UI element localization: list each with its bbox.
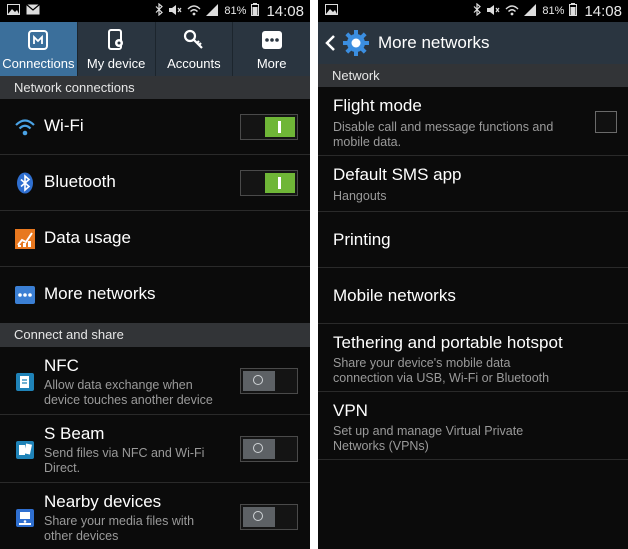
tab-label: Accounts: [167, 56, 221, 71]
setting-label: VPN: [333, 401, 368, 420]
wifi-icon: [14, 116, 36, 138]
bluetooth-toggle[interactable]: [240, 170, 298, 196]
muted-status-icon: [168, 4, 182, 19]
picture-notification-icon: [7, 4, 20, 18]
setting-row-wifi[interactable]: Wi-Fi: [0, 99, 310, 155]
tab-connections[interactable]: Connections: [0, 22, 78, 76]
tab-label: More: [256, 56, 287, 71]
setting-description: Send files via NFC and Wi-Fi Direct.: [44, 446, 205, 475]
battery-icon: [569, 3, 578, 19]
more-networks-screen: 81% 14:08 More networks Network Flight m…: [318, 0, 628, 549]
setting-row-s-beam[interactable]: S Beam Send files via NFC and Wi-Fi Dire…: [0, 415, 310, 483]
setting-label: Data usage: [44, 228, 131, 247]
flight-mode-checkbox[interactable]: [595, 111, 617, 133]
settings-tab-bar: Connections My device Accounts More: [0, 22, 310, 76]
nearby-devices-toggle[interactable]: [240, 504, 298, 530]
tab-more[interactable]: More: [233, 22, 310, 76]
setting-row-nearby-devices[interactable]: Nearby devices Share your media files wi…: [0, 483, 310, 549]
setting-row-bluetooth[interactable]: Bluetooth: [0, 155, 310, 211]
more-dots-icon: [260, 27, 284, 53]
setting-description: Share your device's mobile data connecti…: [333, 356, 550, 385]
setting-description: Set up and manage Virtual Private Networ…: [333, 424, 524, 453]
nearby-devices-icon: [14, 507, 36, 529]
nfc-toggle[interactable]: [240, 368, 298, 394]
setting-label: Nearby devices: [44, 492, 162, 511]
s-beam-toggle[interactable]: [240, 436, 298, 462]
s-beam-icon: [14, 439, 36, 461]
my-device-icon: [104, 27, 128, 53]
setting-label: Default SMS app: [333, 165, 462, 184]
battery-percentage: 81%: [542, 5, 565, 17]
bluetooth-status-icon: [155, 2, 164, 19]
status-clock: 14:08: [266, 2, 304, 20]
wifi-status-icon: [187, 4, 201, 19]
accounts-key-icon: [182, 27, 206, 53]
mail-notification-icon: [26, 4, 40, 18]
tab-label: Connections: [2, 56, 75, 71]
settings-gear-icon[interactable]: [342, 29, 370, 57]
setting-row-printing[interactable]: Printing: [318, 212, 628, 268]
wifi-toggle[interactable]: [240, 114, 298, 140]
battery-percentage: 81%: [224, 5, 247, 17]
tab-label: My device: [86, 56, 146, 71]
screen-title: More networks: [378, 33, 490, 52]
more-networks-icon: [14, 284, 36, 306]
connections-icon: [26, 27, 50, 53]
setting-label: S Beam: [44, 424, 105, 443]
wifi-status-icon: [505, 4, 519, 19]
setting-row-default-sms-app[interactable]: Default SMS app Hangouts: [318, 156, 628, 212]
setting-label: Mobile networks: [333, 286, 456, 305]
picture-notification-icon: [325, 4, 338, 18]
nfc-icon: [14, 371, 36, 393]
setting-label: More networks: [44, 284, 156, 303]
setting-label: Tethering and portable hotspot: [333, 333, 563, 352]
section-header-network: Network: [318, 64, 628, 87]
setting-row-vpn[interactable]: VPN Set up and manage Virtual Private Ne…: [318, 392, 628, 460]
status-clock: 14:08: [584, 2, 622, 20]
setting-description: Allow data exchange when device touches …: [44, 378, 213, 407]
setting-description: Share your media files with other device…: [44, 514, 195, 543]
signal-status-icon: [524, 3, 537, 19]
bluetooth-icon: [14, 172, 36, 194]
setting-label: Wi-Fi: [44, 116, 84, 135]
setting-row-tethering-hotspot[interactable]: Tethering and portable hotspot Share you…: [318, 324, 628, 392]
action-bar: More networks: [318, 22, 628, 64]
setting-description: Disable call and message functions and m…: [333, 120, 554, 149]
bluetooth-status-icon: [473, 2, 482, 19]
section-header-connect-and-share: Connect and share: [0, 323, 310, 347]
signal-status-icon: [206, 3, 219, 19]
setting-label: NFC: [44, 356, 79, 375]
tab-my-device[interactable]: My device: [78, 22, 156, 76]
back-chevron-icon[interactable]: [324, 34, 340, 52]
setting-row-mobile-networks[interactable]: Mobile networks: [318, 268, 628, 324]
section-header-network-connections: Network connections: [0, 76, 310, 99]
setting-row-data-usage[interactable]: Data usage: [0, 211, 310, 267]
data-usage-chart-icon: [14, 228, 36, 250]
setting-label: Flight mode: [333, 96, 422, 115]
status-bar: 81% 14:08: [0, 0, 310, 22]
tab-accounts[interactable]: Accounts: [156, 22, 234, 76]
muted-status-icon: [486, 4, 500, 19]
status-bar: 81% 14:08: [318, 0, 628, 22]
setting-description: Hangouts: [333, 189, 387, 203]
setting-label: Printing: [333, 230, 391, 249]
setting-label: Bluetooth: [44, 172, 116, 191]
setting-row-nfc[interactable]: NFC Allow data exchange when device touc…: [0, 347, 310, 415]
connections-screen: 81% 14:08 Connections My device Accounts: [0, 0, 310, 549]
setting-row-more-networks[interactable]: More networks: [0, 267, 310, 323]
setting-row-flight-mode[interactable]: Flight mode Disable call and message fun…: [318, 87, 628, 156]
battery-icon: [251, 3, 260, 19]
